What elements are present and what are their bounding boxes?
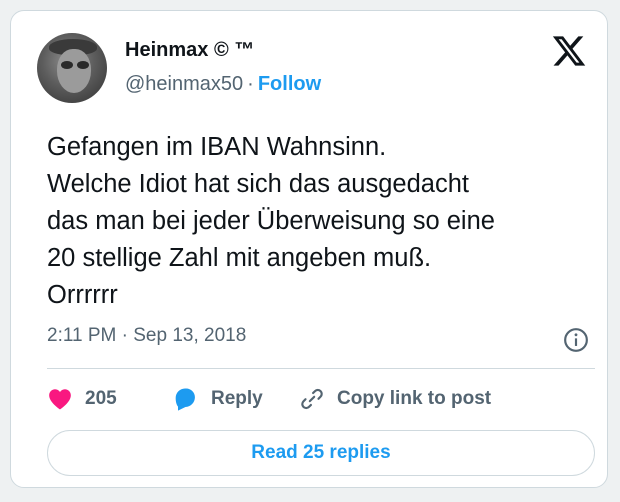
avatar-eye-right <box>77 61 89 69</box>
avatar[interactable] <box>37 33 107 103</box>
reply-button[interactable]: Reply <box>171 383 263 415</box>
tweet-line: 20 stellige Zahl mit angeben muß. <box>47 244 432 272</box>
author-name-suffix: © ™ <box>213 39 255 61</box>
link-icon <box>301 388 323 410</box>
tweet-card: Heinmax © ™ @heinmax50 · Follow Gefangen i… <box>10 10 608 488</box>
handle-separator: · <box>247 73 254 95</box>
divider <box>47 368 595 369</box>
tweet-date: Sep 13, 2018 <box>133 325 247 346</box>
tweet-line: Gefangen im IBAN Wahnsinn. <box>47 133 387 161</box>
author-name-row[interactable]: Heinmax © ™ <box>125 39 254 62</box>
avatar-face <box>57 49 91 93</box>
x-logo-icon[interactable] <box>551 33 587 69</box>
like-count: 205 <box>85 388 117 409</box>
read-replies-label: Read 25 replies <box>251 442 391 463</box>
info-icon[interactable] <box>563 327 589 353</box>
reply-label: Reply <box>211 388 263 409</box>
author-name[interactable]: Heinmax <box>125 39 208 61</box>
copy-link-label: Copy link to post <box>337 388 492 409</box>
tweet-text: Gefangen im IBAN Wahnsinn. Welche Idiot … <box>47 129 587 314</box>
copy-link-button[interactable]: Copy link to post <box>299 383 491 415</box>
follow-button[interactable]: Follow <box>258 73 321 95</box>
heart-icon <box>49 389 71 410</box>
timestamp-separator: · <box>121 325 128 346</box>
author-handle[interactable]: @heinmax50 <box>125 73 243 95</box>
tweet-line: Orrrrrr <box>47 281 118 309</box>
speech-bubble-icon <box>175 388 195 411</box>
tweet-time: 2:11 PM <box>47 325 117 346</box>
read-replies-button[interactable]: Read 25 replies <box>47 430 595 476</box>
tweet-line: das man bei jeder Überweisung so eine <box>47 207 495 235</box>
author-handle-row: @heinmax50 · Follow <box>125 73 321 96</box>
like-button[interactable]: 205 <box>47 383 117 415</box>
tweet-timestamp[interactable]: 2:11 PM · Sep 13, 2018 <box>47 325 246 347</box>
avatar-eye-left <box>61 61 73 69</box>
tweet-line: Welche Idiot hat sich das ausgedacht <box>47 170 469 198</box>
